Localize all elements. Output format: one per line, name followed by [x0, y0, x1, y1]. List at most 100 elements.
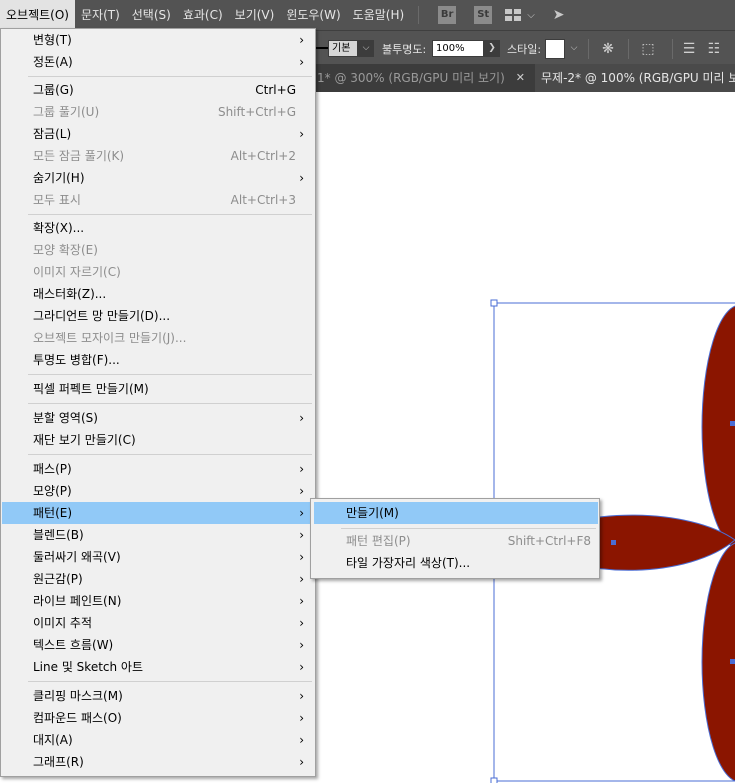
menu-type[interactable]: 문자(T) — [75, 0, 126, 30]
menu-item-rasterize[interactable]: 래스터화(Z)... — [2, 283, 314, 305]
menu-item-line-sketch-art[interactable]: Line 및 Sketch 아트 › — [2, 656, 314, 678]
style-swatch[interactable] — [545, 39, 565, 59]
align-center-icon[interactable]: ☷ — [704, 39, 724, 59]
menu-item-label: 투명도 병합(F)... — [33, 353, 120, 367]
menu-item-create-gradient-mesh[interactable]: 그라디언트 망 만들기(D)... — [2, 305, 314, 327]
menu-item-unlock-all[interactable]: 모든 잠금 풀기(K) Alt+Ctrl+2 — [2, 145, 314, 167]
menu-object[interactable]: 오브젝트(O) — [0, 0, 75, 30]
workspace-switcher[interactable]: ⌵ — [505, 9, 535, 21]
menu-item-live-paint[interactable]: 라이브 페인트(N) › — [2, 590, 314, 612]
menu-item-label: 그룹(G) — [33, 83, 74, 97]
rocket-icon[interactable]: ➤ — [553, 7, 565, 23]
submenu-arrow-icon: › — [299, 755, 304, 769]
anchor-point[interactable] — [730, 421, 735, 426]
bbox-handle[interactable] — [490, 777, 498, 783]
opacity-label: 불투명도: — [382, 43, 427, 56]
tab-title: 무제-2* @ 100% (RGB/GPU 미리 보기) — [541, 71, 735, 85]
submenu-item-make[interactable]: 만들기(M) — [314, 502, 598, 524]
menu-item-show-all[interactable]: 모두 표시 Alt+Ctrl+3 — [2, 189, 314, 211]
menu-help[interactable]: 도움말(H) — [347, 0, 411, 30]
bbox-handle[interactable] — [490, 299, 498, 307]
opacity-input[interactable]: 100% — [432, 40, 484, 57]
menu-item-pattern[interactable]: 패턴(E) › — [2, 502, 314, 524]
divider — [672, 39, 673, 59]
bridge-icon[interactable]: Br — [438, 6, 457, 24]
recolor-icon[interactable]: ❋ — [598, 39, 618, 59]
submenu-item-edit-pattern[interactable]: 패턴 편집(P) Shift+Ctrl+F8 — [314, 530, 598, 552]
menu-select[interactable]: 선택(S) — [126, 0, 177, 30]
menu-item-label: 블렌드(B) — [33, 528, 84, 542]
select-similar-icon[interactable]: ⬚ — [638, 39, 658, 59]
submenu-arrow-icon: › — [299, 638, 304, 652]
menu-view[interactable]: 보기(V) — [229, 0, 281, 30]
menu-item-transform[interactable]: 변형(T) › — [2, 29, 314, 51]
submenu-arrow-icon: › — [299, 506, 304, 520]
menu-item-lock[interactable]: 잠금(L) › — [2, 123, 314, 145]
menu-item-make-pixel-perfect[interactable]: 픽셀 퍼펙트 만들기(M) — [2, 378, 314, 400]
workspace-grid-icon — [505, 9, 522, 21]
tab-document-1[interactable]: 1* @ 300% (RGB/GPU 미리 보기) ✕ — [313, 64, 535, 92]
menu-item-arrange[interactable]: 정돈(A) › — [2, 51, 314, 73]
menu-item-expand[interactable]: 확장(X)... — [2, 217, 314, 239]
tab-title: 1* @ 300% (RGB/GPU 미리 보기) — [317, 71, 505, 85]
submenu-arrow-icon: › — [299, 171, 304, 185]
menu-item-blend[interactable]: 블렌드(B) › — [2, 524, 314, 546]
menu-item-label: 클리핑 마스크(M) — [33, 689, 123, 703]
submenu-arrow-icon: › — [299, 127, 304, 141]
stroke-profile-select[interactable]: 기본 — [328, 40, 358, 57]
menu-item-label: 모두 표시 — [33, 193, 81, 207]
menu-item-label: Line 및 Sketch 아트 — [33, 660, 144, 674]
menu-item-label: 원근감(P) — [33, 572, 83, 586]
menu-effect[interactable]: 효과(C) — [177, 0, 229, 30]
menu-item-label: 오브젝트 모자이크 만들기(J)... — [33, 331, 187, 345]
anchor-point[interactable] — [730, 659, 735, 664]
menu-item-text-wrap[interactable]: 텍스트 흐름(W) › — [2, 634, 314, 656]
align-left-icon[interactable]: ☰ — [679, 39, 699, 59]
menu-item-create-object-mosaic[interactable]: 오브젝트 모자이크 만들기(J)... — [2, 327, 314, 349]
menu-item-path[interactable]: 패스(P) › — [2, 458, 314, 480]
menu-item-artboards[interactable]: 대지(A) › — [2, 729, 314, 751]
menu-item-ungroup[interactable]: 그룹 풀기(U) Shift+Ctrl+G — [2, 101, 314, 123]
chevron-down-icon[interactable]: ⌵ — [567, 40, 581, 57]
chevron-down-icon[interactable]: ⌵ — [358, 40, 374, 57]
tab-document-2[interactable]: 무제-2* @ 100% (RGB/GPU 미리 보기) — [535, 64, 735, 92]
menu-item-flatten-transparency[interactable]: 투명도 병합(F)... — [2, 349, 314, 371]
menu-item-shape[interactable]: 모양(P) › — [2, 480, 314, 502]
menu-item-hide[interactable]: 숨기기(H) › — [2, 167, 314, 189]
menu-item-envelope-distort[interactable]: 둘러싸기 왜곡(V) › — [2, 546, 314, 568]
chevron-down-icon: ⌵ — [527, 9, 535, 21]
divider — [588, 39, 589, 59]
menu-item-graph[interactable]: 그래프(R) › — [2, 751, 314, 773]
menu-item-group[interactable]: 그룹(G) Ctrl+G — [2, 79, 314, 101]
menu-item-clipping-mask[interactable]: 클리핑 마스크(M) › — [2, 685, 314, 707]
menu-item-compound-path[interactable]: 컴파운드 패스(O) › — [2, 707, 314, 729]
menu-item-slice[interactable]: 분할 영역(S) › — [2, 407, 314, 429]
menu-item-perspective[interactable]: 원근감(P) › — [2, 568, 314, 590]
style-label: 스타일: — [507, 43, 542, 56]
petal-top[interactable] — [701, 305, 735, 549]
menu-separator — [28, 454, 312, 455]
menu-item-label: 숨기기(H) — [33, 171, 85, 185]
submenu-arrow-icon: › — [299, 462, 304, 476]
submenu-arrow-icon: › — [299, 711, 304, 725]
menubar-divider — [418, 6, 420, 24]
menu-item-expand-appearance[interactable]: 모양 확장(E) — [2, 239, 314, 261]
menu-item-image-trace[interactable]: 이미지 추적 › — [2, 612, 314, 634]
menu-window[interactable]: 윈도우(W) — [280, 0, 346, 30]
menu-item-shortcut: Shift+Ctrl+F8 — [507, 534, 591, 548]
menu-item-crop-image[interactable]: 이미지 자르기(C) — [2, 261, 314, 283]
stock-icon[interactable]: St — [474, 6, 493, 24]
chevron-right-icon[interactable]: ❯ — [484, 40, 500, 57]
submenu-item-tile-edge-color[interactable]: 타일 가장자리 색상(T)... — [314, 552, 598, 574]
submenu-arrow-icon: › — [299, 484, 304, 498]
menu-item-label: 텍스트 흐름(W) — [33, 638, 114, 652]
menu-item-label: 확장(X)... — [33, 221, 85, 235]
submenu-arrow-icon: › — [299, 689, 304, 703]
anchor-point[interactable] — [611, 540, 616, 545]
menu-item-create-trim-marks[interactable]: 재단 보기 만들기(C) — [2, 429, 314, 451]
menu-item-label: 컴파운드 패스(O) — [33, 711, 122, 725]
submenu-arrow-icon: › — [299, 550, 304, 564]
close-icon[interactable]: ✕ — [516, 64, 525, 92]
menu-item-label: 분할 영역(S) — [33, 411, 98, 425]
submenu-arrow-icon: › — [299, 33, 304, 47]
